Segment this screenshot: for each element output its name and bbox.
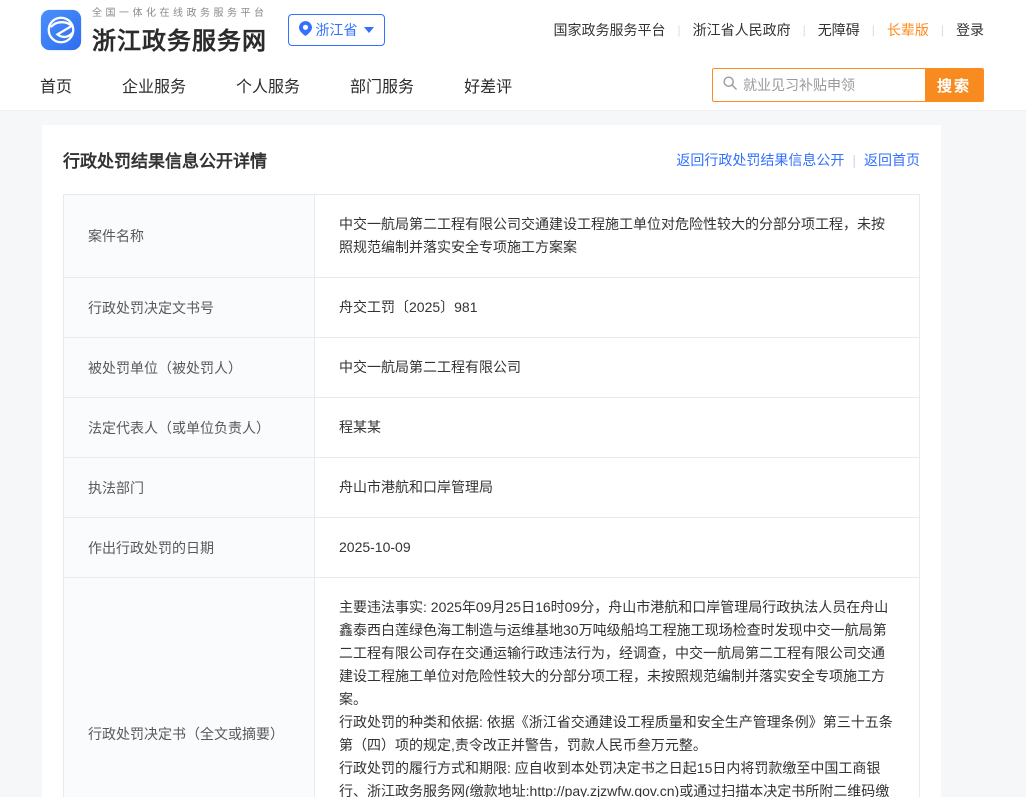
row-label: 作出行政处罚的日期 [64, 518, 314, 577]
main-nav: 首页 企业服务 个人服务 部门服务 好差评 搜索 [0, 60, 1026, 111]
row-label: 法定代表人（或单位负责人） [64, 398, 314, 457]
divider: | [872, 23, 875, 37]
row-value: 中交一航局第二工程有限公司 [314, 338, 919, 397]
location-pin-icon [299, 21, 312, 39]
region-selector-button[interactable]: 浙江省 [288, 14, 385, 46]
row-label: 案件名称 [64, 195, 314, 277]
search-input[interactable] [743, 77, 915, 93]
link-login[interactable]: 登录 [956, 20, 984, 40]
header-links: 国家政务服务平台 | 浙江省人民政府 | 无障碍 | 长辈版 | 登录 [554, 20, 985, 40]
row-value: 舟交工罚〔2025〕981 [314, 278, 919, 337]
site-header: 全国一体化在线政务服务平台 浙江政务服务网 浙江省 国家政务服务平台 | 浙江省… [0, 0, 1026, 60]
site-name: 浙江政务服务网 [92, 21, 268, 56]
row-value: 主要违法事实: 2025年09月25日16时09分，舟山市港航和口岸管理局行政执… [314, 578, 919, 797]
platform-tagline: 全国一体化在线政务服务平台 [92, 4, 268, 19]
nav-item-department[interactable]: 部门服务 [350, 73, 414, 97]
row-label: 行政处罚决定书（全文或摘要） [64, 578, 314, 797]
link-accessibility[interactable]: 无障碍 [818, 20, 860, 40]
link-elder-version[interactable]: 长辈版 [887, 20, 929, 40]
divider: | [678, 23, 681, 37]
zhejiang-gov-logo-icon [40, 9, 82, 51]
row-value: 2025-10-09 [314, 518, 919, 577]
row-label: 执法部门 [64, 458, 314, 517]
nav-item-home[interactable]: 首页 [40, 73, 72, 97]
table-row-legal-representative: 法定代表人（或单位负责人） 程某某 [64, 398, 919, 458]
table-row-penalty-date: 作出行政处罚的日期 2025-10-09 [64, 518, 919, 578]
page-title: 行政处罚结果信息公开详情 [63, 147, 267, 172]
nav-item-personal[interactable]: 个人服务 [236, 73, 300, 97]
table-row-case-name: 案件名称 中交一航局第二工程有限公司交通建设工程施工单位对危险性较大的分部分项工… [64, 195, 919, 278]
divider: | [941, 23, 944, 37]
back-to-home-link[interactable]: 返回首页 [864, 150, 920, 170]
content-area: 行政处罚结果信息公开详情 返回行政处罚结果信息公开 | 返回首页 案件名称 中交… [0, 111, 1026, 797]
nav-item-enterprise[interactable]: 企业服务 [122, 73, 186, 97]
table-row-enforcement-department: 执法部门 舟山市港航和口岸管理局 [64, 458, 919, 518]
site-logo[interactable]: 全国一体化在线政务服务平台 浙江政务服务网 [40, 4, 268, 56]
back-to-list-link[interactable]: 返回行政处罚结果信息公开 [676, 150, 844, 170]
divider: | [803, 23, 806, 37]
row-value: 程某某 [314, 398, 919, 457]
decision-paragraph-basis: 行政处罚的种类和依据: 依据《浙江省交通建设工程质量和安全生产管理条例》第三十五… [339, 711, 895, 757]
row-value: 舟山市港航和口岸管理局 [314, 458, 919, 517]
chevron-down-icon [364, 27, 374, 33]
link-national-platform[interactable]: 国家政务服务平台 [554, 20, 666, 40]
divider: | [852, 152, 856, 168]
detail-card: 行政处罚结果信息公开详情 返回行政处罚结果信息公开 | 返回首页 案件名称 中交… [42, 125, 941, 797]
decision-paragraph-execution: 行政处罚的履行方式和期限: 应自收到本处罚决定书之日起15日内将罚款缴至中国工商… [339, 757, 895, 797]
table-row-penalty-decision: 行政处罚决定书（全文或摘要） 主要违法事实: 2025年09月25日16时09分… [64, 578, 919, 797]
table-row-document-number: 行政处罚决定文书号 舟交工罚〔2025〕981 [64, 278, 919, 338]
search-button[interactable]: 搜索 [925, 69, 983, 101]
decision-paragraph-facts: 主要违法事实: 2025年09月25日16时09分，舟山市港航和口岸管理局行政执… [339, 596, 895, 711]
search-bar: 搜索 [712, 68, 984, 102]
row-label: 被处罚单位（被处罚人） [64, 338, 314, 397]
row-label: 行政处罚决定文书号 [64, 278, 314, 337]
table-row-punished-entity: 被处罚单位（被处罚人） 中交一航局第二工程有限公司 [64, 338, 919, 398]
link-province-gov[interactable]: 浙江省人民政府 [693, 20, 791, 40]
region-label: 浙江省 [316, 20, 358, 40]
search-icon [723, 76, 743, 95]
nav-item-rating[interactable]: 好差评 [464, 73, 512, 97]
penalty-detail-table: 案件名称 中交一航局第二工程有限公司交通建设工程施工单位对危险性较大的分部分项工… [63, 194, 920, 797]
row-value: 中交一航局第二工程有限公司交通建设工程施工单位对危险性较大的分部分项工程，未按照… [314, 195, 919, 277]
